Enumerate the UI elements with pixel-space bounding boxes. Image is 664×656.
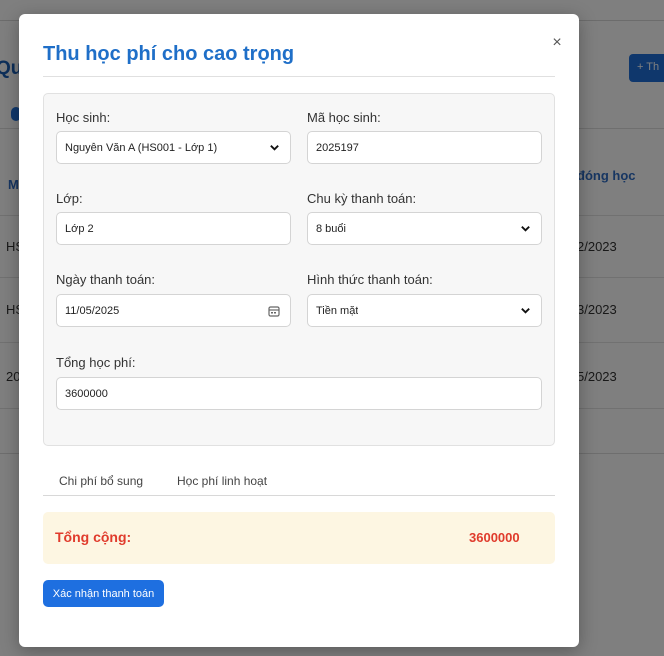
student-code-value: 2025197 (316, 141, 359, 154)
class-value: Lớp 2 (65, 222, 94, 235)
fee-tabs: Chi phí bổ sung Học phí linh hoạt (43, 472, 555, 496)
student-select[interactable]: Nguyễn Văn A (HS001 - Lớp 1) (56, 131, 291, 164)
confirm-payment-button[interactable]: Xác nhận thanh toán (43, 580, 164, 607)
close-button[interactable]: × (549, 34, 565, 52)
total-summary: Tổng cộng: 3600000 (43, 512, 555, 564)
payment-modal: Thu học phí cho cao trọng × Học sinh: Ng… (19, 14, 579, 647)
payment-method-select[interactable]: Tiền mặt (307, 294, 542, 327)
payment-method-value: Tiền mặt (316, 304, 359, 317)
class-field[interactable]: Lớp 2 (56, 212, 291, 245)
student-label: Học sinh: (56, 110, 111, 125)
modal-title: Thu học phí cho cao trọng (43, 43, 295, 65)
payment-cycle-select[interactable]: 8 buổi (307, 212, 542, 245)
chevron-down-icon (521, 308, 530, 314)
total-fee-field[interactable]: 3600000 (56, 377, 542, 410)
tab-flexible-fee[interactable]: Học phí linh hoạt (177, 474, 267, 488)
close-icon: × (552, 34, 562, 51)
class-label: Lớp: (56, 191, 83, 206)
total-fee-label: Tổng học phí: (56, 355, 136, 370)
payment-cycle-value: 8 buổi (316, 222, 346, 235)
tab-additional-costs[interactable]: Chi phí bổ sung (59, 474, 143, 488)
payment-form: Học sinh: Nguyễn Văn A (HS001 - Lớp 1) M… (43, 93, 555, 446)
title-divider (43, 76, 555, 77)
total-value: 3600000 (469, 530, 520, 545)
total-label: Tổng cộng: (55, 529, 132, 545)
student-select-value: Nguyễn Văn A (HS001 - Lớp 1) (65, 141, 218, 154)
student-code-field[interactable]: 2025197 (307, 131, 542, 164)
total-fee-value: 3600000 (65, 387, 108, 400)
student-code-label: Mã học sinh: (307, 110, 381, 125)
chevron-down-icon (521, 226, 530, 232)
calendar-icon[interactable] (268, 305, 280, 317)
payment-cycle-label: Chu kỳ thanh toán: (307, 191, 417, 206)
payment-method-label: Hình thức thanh toán: (307, 272, 433, 287)
payment-date-label: Ngày thanh toán: (56, 272, 156, 287)
chevron-down-icon (270, 145, 279, 151)
payment-date-value: 11/05/2025 (65, 304, 120, 317)
payment-date-field[interactable]: 11/05/2025 (56, 294, 291, 327)
